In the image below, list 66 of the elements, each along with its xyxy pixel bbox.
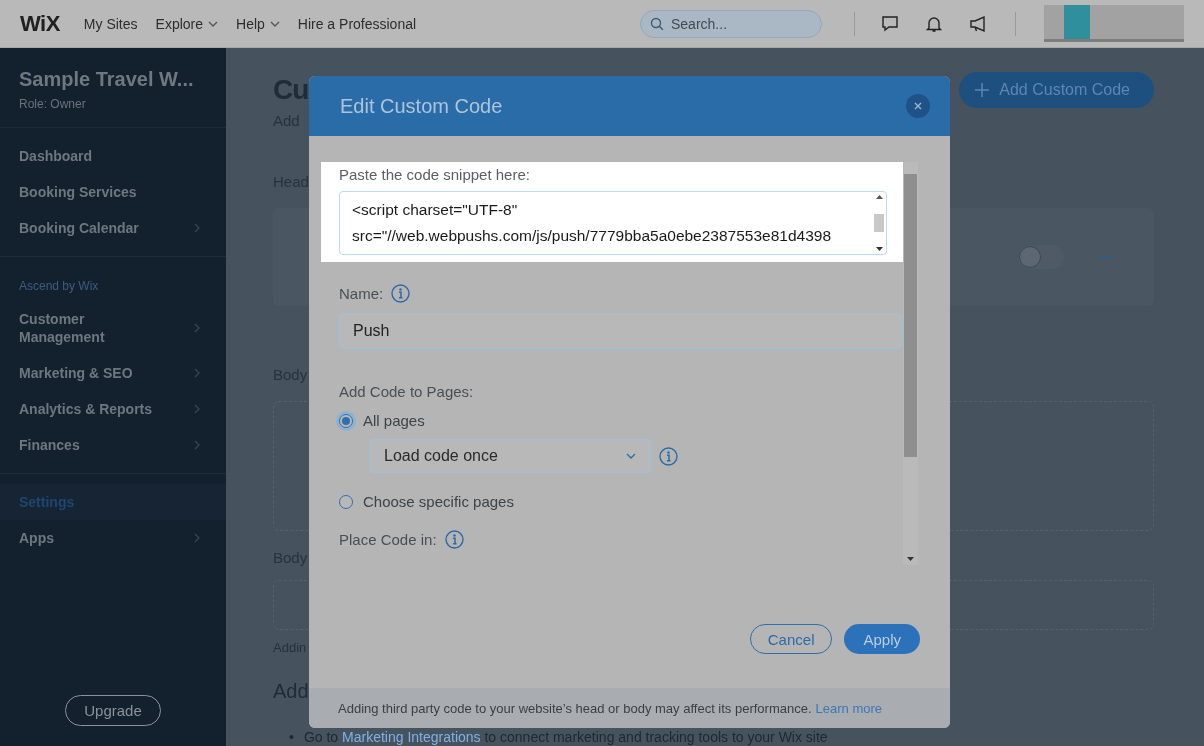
search-icon [650,16,664,31]
sidebar-item[interactable]: Analytics & Reports [0,391,226,427]
close-button[interactable] [906,94,930,118]
code-field[interactable]: <script charset="UTF-8" src="//web.webpushs.com/js/push/7779bba5a0ebe2387553e81d4398 [339,191,887,255]
sidebar-item-label: Dashboard [19,147,93,165]
search-field[interactable]: Search... [640,9,822,38]
add-custom-code-button[interactable]: Add Custom Code [959,72,1154,108]
sidebar-item[interactable]: Marketing & SEO [0,355,226,391]
sidebar-item-label: Apps [19,529,54,547]
scrollbar-thumb[interactable] [904,174,917,457]
bell-icon[interactable] [925,14,943,33]
field-label: Add Code to Pages: [339,383,474,400]
wix-logo[interactable]: WiX [20,10,60,37]
field-label: Place Code in: [339,531,437,548]
chevron-right-icon [194,440,200,450]
sidebar-item[interactable]: Apps [0,520,226,556]
sidebar-item-label: Settings [19,493,75,511]
info-icon [444,530,464,549]
radio-option[interactable]: All pages [339,412,425,429]
role-label: Role: Owner [19,97,87,111]
sidebar-item[interactable]: Booking Calendar [0,210,226,246]
scroll-down-icon[interactable] [907,557,914,561]
sidebar-item-label: Customer Management [19,310,106,346]
load-mode-dropdown[interactable]: Load code once [369,439,651,473]
chevron-right-icon [194,533,200,543]
sidebar-item-label: Marketing & SEO [19,364,133,382]
plus-icon [975,83,990,97]
sidebar-item-label: Booking Calendar [19,219,139,237]
nav-link[interactable]: Help [236,15,280,32]
nav-link[interactable]: Hire a Professional [297,15,417,32]
chevron-down-icon [269,20,280,27]
sidebar-item-label: Finances [19,436,80,454]
learn-more-link[interactable]: Learn more [815,700,883,716]
info-icon [391,284,411,303]
disclaimer-text: Adding third party code to your website’s head or body may affect its performance. Learn more [309,688,950,728]
close-icon [914,102,922,110]
section-heading: Ascend by Wix [18,278,100,295]
chevron-right-icon [194,404,200,414]
sidebar-item[interactable]: Finances [0,427,226,463]
sidebar-item[interactable]: Dashboard [0,138,226,174]
apply-button[interactable]: Apply [844,624,920,654]
sidebar-item-label: Booking Services [19,183,137,201]
nav-link[interactable]: My Sites [83,15,138,32]
scrollbar-thumb[interactable] [874,214,884,232]
chevron-down-icon [208,20,218,27]
sidebar-item[interactable]: Booking Services [0,174,226,210]
marketing-integrations-link[interactable]: Marketing Integrations [342,729,481,745]
chevron-right-icon [194,323,200,333]
chat-icon[interactable] [881,14,899,33]
name-field[interactable]: Push [339,313,902,349]
chevron-down-icon [626,453,636,459]
nav-link[interactable]: Explore [155,15,218,32]
scroll-up-icon[interactable] [875,195,883,199]
sidebar-item[interactable]: Customer Management [0,301,226,355]
radio-option[interactable]: Choose specific pages [339,493,514,510]
dialog-title: Edit Custom Code [340,94,503,118]
chevron-right-icon [194,223,200,233]
toggle-switch[interactable] [1018,245,1064,269]
field-label: Name: [339,285,384,302]
sidebar-item-label: Analytics & Reports [19,400,153,418]
scroll-down-icon[interactable] [875,247,883,251]
chevron-right-icon [194,368,200,378]
field-label: Paste the code snippet here: [339,166,531,183]
site-name[interactable]: Sample Travel W... [19,68,207,91]
info-icon [659,446,678,466]
bullet-marker: • [289,729,294,745]
